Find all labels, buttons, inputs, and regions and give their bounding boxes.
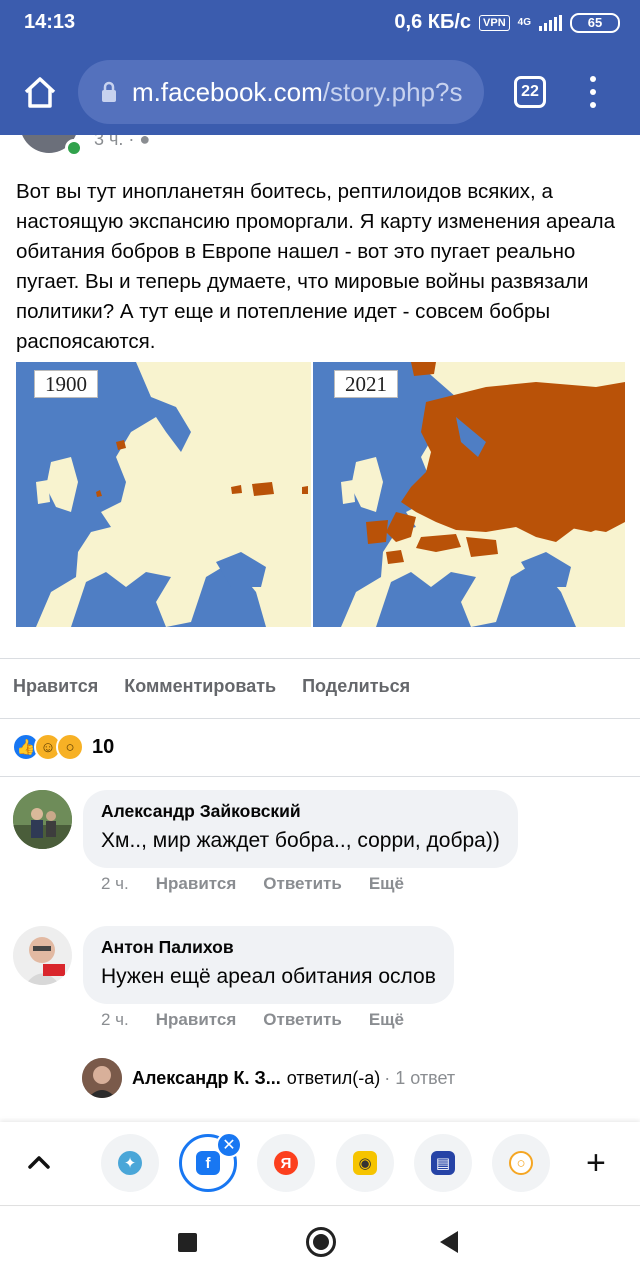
url-path: /story.php?s	[322, 76, 463, 107]
comment-author[interactable]: Антон Палихов	[101, 936, 436, 958]
comment-like-button[interactable]: Нравится	[156, 874, 237, 894]
home-nav-button[interactable]	[306, 1227, 336, 1257]
comment-time: 2 ч.	[101, 1010, 129, 1029]
facebook-icon: f	[196, 1151, 220, 1175]
comment-more-button[interactable]: Ещё	[369, 874, 404, 894]
signal-icon	[539, 14, 562, 31]
book-icon: ▤	[431, 1151, 455, 1175]
back-button[interactable]	[440, 1231, 458, 1253]
browser-chrome: 14:13 0,6 КБ/с VPN 4G 65 m.facebook.com /…	[0, 0, 640, 135]
avatar[interactable]	[13, 926, 72, 985]
globe-icon: ●	[139, 135, 151, 149]
address-field[interactable]: m.facebook.com/story.php?s	[78, 60, 484, 124]
comment-reply-button[interactable]: Ответить	[263, 874, 342, 894]
post-image[interactable]: 1900 2021	[16, 362, 625, 627]
comment-bubble: Александр Зайковский Хм.., мир жаждет бо…	[83, 790, 518, 868]
browser-menu-button[interactable]	[586, 72, 600, 112]
reactions-summary[interactable]: 👍 ☺ ○ 10	[12, 733, 114, 761]
reply-count: · 1 ответ	[384, 1067, 456, 1088]
app-browser[interactable]: ◉	[336, 1134, 394, 1192]
alice-icon: ✦	[118, 1151, 142, 1175]
app-switcher-bar: ✦ f ✕ Я ◉ ▤ ○ +	[0, 1122, 640, 1206]
reply-action: ответил(-а)	[286, 1067, 381, 1088]
post-header: 3 ч. · ●	[0, 135, 640, 165]
comment-time: 2 ч.	[101, 874, 129, 893]
yandex-icon: Я	[274, 1151, 298, 1175]
tab-switcher-button[interactable]: 22	[514, 76, 546, 108]
network-speed: 0,6 КБ/с	[394, 11, 472, 33]
comment-author[interactable]: Александр Зайковский	[101, 800, 500, 822]
divider	[0, 776, 640, 777]
comment-actions: 2 ч. Нравится Ответить Ещё	[101, 1010, 404, 1030]
share-button[interactable]: Поделиться	[302, 676, 410, 697]
online-indicator	[65, 139, 83, 157]
wow-icon: ○	[56, 733, 84, 761]
avatar	[82, 1058, 122, 1098]
year-label-left: 1900	[34, 370, 98, 398]
comment-actions: 2 ч. Нравится Ответить Ещё	[101, 874, 404, 894]
post-text: Вот вы тут инопланетян боитесь, рептилои…	[16, 180, 616, 353]
battery-indicator: 65	[570, 12, 620, 33]
comment-reply-button[interactable]: Ответить	[263, 1010, 342, 1030]
comment-button[interactable]: Комментировать	[124, 676, 276, 697]
close-app-button[interactable]: ✕	[216, 1132, 242, 1158]
status-time: 14:13	[24, 11, 76, 33]
comment-more-button[interactable]: Ещё	[369, 1010, 404, 1030]
post-actions: Нравится Комментировать Поделиться	[13, 676, 410, 697]
vpn-badge: VPN	[479, 14, 510, 31]
comment-bubble: Антон Палихов Нужен ещё ареал обитания о…	[83, 926, 454, 1004]
app-chat[interactable]: ○	[492, 1134, 550, 1192]
comment-text: Нужен ещё ареал обитания ослов	[101, 965, 436, 988]
like-button[interactable]: Нравится	[13, 676, 98, 697]
app-alice[interactable]: ✦	[101, 1134, 159, 1192]
status-bar: 14:13 0,6 КБ/с VPN 4G 65	[0, 0, 640, 46]
home-icon	[24, 77, 56, 108]
home-button[interactable]	[20, 72, 60, 112]
comment-text: Хм.., мир жаждет бобра.., сорри, добра))	[101, 829, 500, 852]
view-replies-link[interactable]: Александр К. З... ответил(-а) · 1 ответ	[82, 1058, 455, 1098]
comment-like-button[interactable]: Нравится	[156, 1010, 237, 1030]
reply-author: Александр К. З...	[132, 1067, 281, 1088]
url-domain: m.facebook.com	[132, 76, 323, 107]
browser-icon: ◉	[353, 1151, 377, 1175]
avatar[interactable]	[13, 790, 72, 849]
divider	[0, 658, 640, 659]
system-nav-bar	[0, 1207, 640, 1280]
post-time: 3 ч. · ●	[94, 135, 150, 150]
app-book[interactable]: ▤	[414, 1134, 472, 1192]
beaver-range-map	[16, 362, 625, 627]
year-label-right: 2021	[334, 370, 398, 398]
chevron-up-icon[interactable]	[26, 1152, 52, 1172]
reaction-count: 10	[92, 735, 115, 758]
app-yandex[interactable]: Я	[257, 1134, 315, 1192]
url-bar: m.facebook.com/story.php?s 22	[0, 52, 640, 132]
network-type: 4G	[517, 17, 531, 28]
lock-icon	[102, 81, 116, 102]
recents-button[interactable]	[178, 1233, 197, 1252]
add-app-button[interactable]: +	[586, 1146, 606, 1180]
divider	[0, 718, 640, 719]
chat-icon: ○	[509, 1151, 533, 1175]
